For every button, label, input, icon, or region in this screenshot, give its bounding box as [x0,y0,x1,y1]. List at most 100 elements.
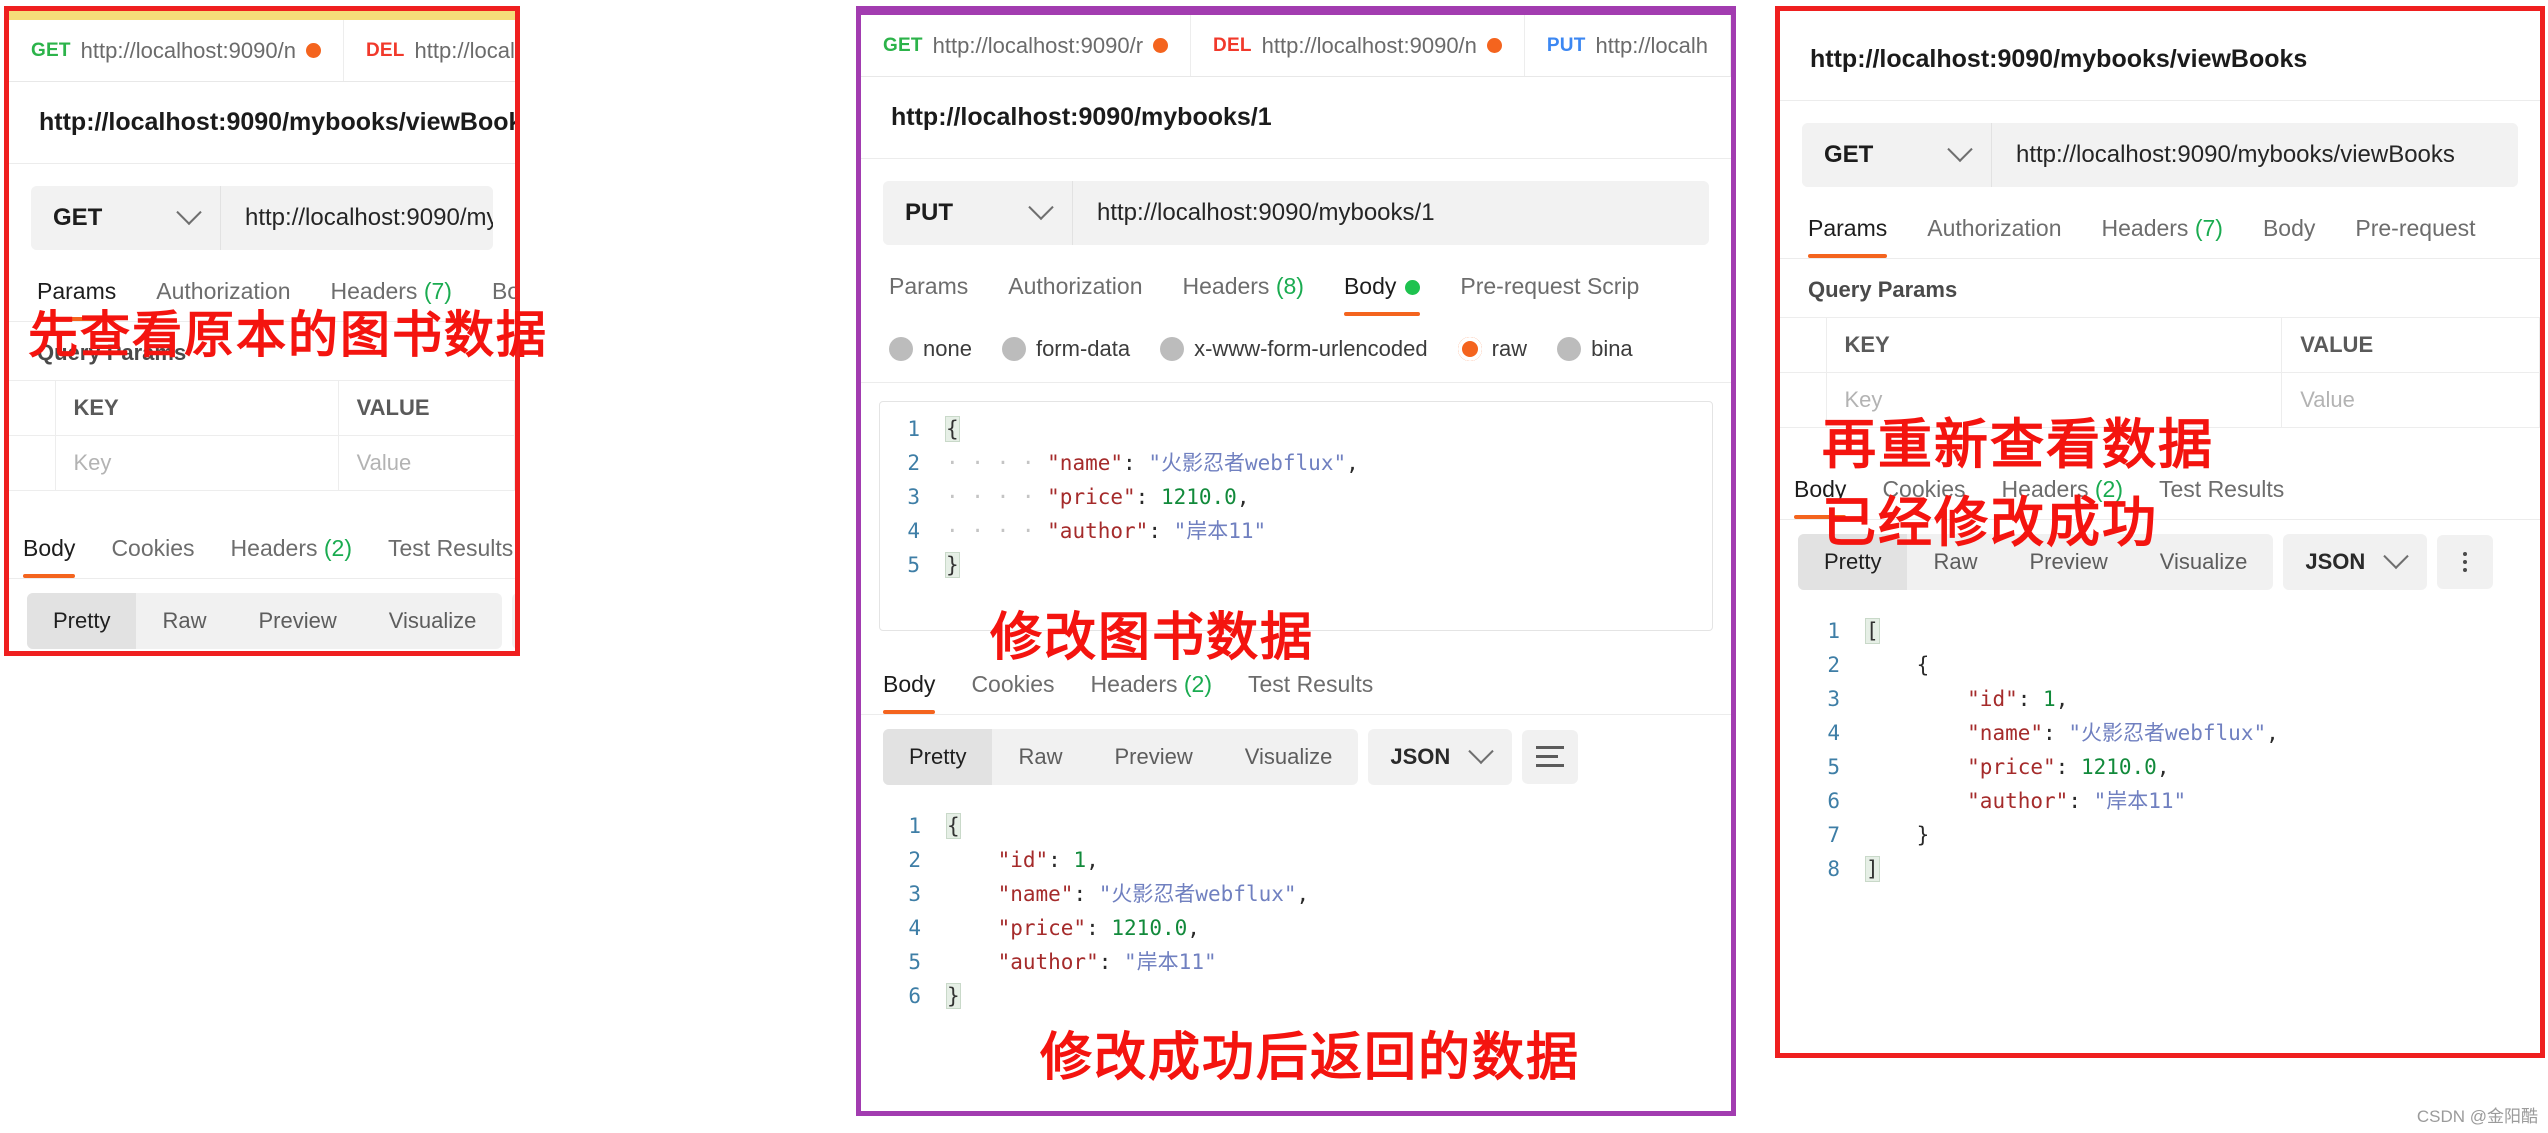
resp-tab-headers[interactable]: Headers (2) [231,531,352,578]
code-line: 2 · · · · "name": "火影忍者webflux", [880,446,1712,480]
url-input[interactable]: http://localhost:9090/mybooks/viewBooks [221,186,493,250]
code-text: "author": "岸本11" [947,945,1731,979]
row-gutter [1780,372,1827,428]
line-number: 2 [907,451,920,475]
resp-tab-headers-label: Headers [230,535,318,561]
code-token: : [1073,882,1099,906]
view-pretty[interactable]: Pretty [27,593,137,649]
format-value: JSON [1390,744,1451,769]
format-select[interactable]: JSON [512,593,515,649]
line-number: 3 [908,882,921,906]
request-tab[interactable]: GET http://localhost:9090/n [9,20,344,81]
chevron-down-icon [176,199,202,226]
view-raw[interactable]: Raw [992,729,1088,785]
value-input[interactable]: Value [338,435,515,491]
view-preview[interactable]: Preview [232,593,362,649]
line-number: 2 [1827,653,1840,677]
body-type-raw[interactable]: raw [1457,336,1527,362]
format-select[interactable]: JSON [1368,729,1513,785]
request-tab[interactable]: GET http://localhost:9090/r [861,15,1192,76]
method-value: PUT [905,199,953,226]
resp-tab-cookies[interactable]: Cookies [111,531,194,578]
left-request-tabstrip[interactable]: GET http://localhost:9090/n DEL http://l… [9,20,515,82]
method-select[interactable]: GET [31,186,221,250]
view-pretty[interactable]: Pretty [883,729,993,785]
resp-tab-body[interactable]: Body [23,531,76,578]
code-line: 6 "author": "岸本11" [1800,784,2540,818]
code-line: 7 } [1800,818,2540,852]
view-visualize[interactable]: Visualize [363,593,503,649]
code-token: · · · · [946,485,1048,509]
tab-headers[interactable]: Headers (7) [2102,211,2223,258]
annotation-right-line1: 再重新查看数据 [1822,413,2214,476]
body-type-none[interactable]: none [889,336,972,362]
annotation-right-line2: 已经修改成功 [1822,491,2158,554]
resp-tab-test-results[interactable]: Test Results [388,531,513,578]
middle-request-tabstrip[interactable]: GET http://localhost:9090/r DEL http://l… [861,15,1731,77]
request-tab[interactable]: PUT http://localh [1524,15,1731,76]
method-select[interactable]: PUT [883,181,1073,245]
line-number: 7 [1827,823,1840,847]
tab-body[interactable]: Body [1343,269,1421,316]
body-type-label: none [923,336,972,361]
resp-tab-headers-label: Headers [1090,671,1178,697]
view-preview[interactable]: Preview [1088,729,1218,785]
resp-tab-body[interactable]: Body [883,667,936,714]
code-text: { [945,412,1712,446]
body-type-radio-group[interactable]: none form-data x-www-form-urlencoded raw… [861,316,1731,383]
tab-body[interactable]: Body [2263,211,2315,258]
more-actions-button[interactable] [2437,535,2494,589]
right-request-section-tabs[interactable]: Params Authorization Headers (7) Body Pr… [1780,197,2540,259]
query-params-table: KEY VALUE Key Value [9,380,515,491]
value-input[interactable]: Value [2281,372,2540,428]
key-input[interactable]: Key [55,435,339,491]
body-type-label: bina [1591,336,1633,361]
tab-method-label: GET [883,34,923,56]
tab-authorization[interactable]: Authorization [1927,211,2061,258]
table-row[interactable]: Key Value [9,435,515,491]
tab-authorization[interactable]: Authorization [1008,269,1142,316]
view-raw[interactable]: Raw [136,593,232,649]
resp-tab-cookies[interactable]: Cookies [971,667,1054,714]
view-mode-segment[interactable]: Pretty Raw Preview Visualize [883,729,1359,785]
format-select[interactable]: JSON [2283,534,2428,590]
middle-request-section-tabs[interactable]: Params Authorization Headers (8) Body Pr… [861,255,1731,316]
code-token: "岸本11" [2093,789,2187,813]
resp-tab-test-results[interactable]: Test Results [2159,472,2284,519]
left-response-tabs[interactable]: Body Cookies Headers (2) Test Results [9,517,515,579]
code-text: "id": 1, [1866,682,2540,716]
resp-tab-headers[interactable]: Headers (2) [1091,667,1212,714]
tab-params[interactable]: Params [889,269,968,316]
body-type-urlencoded[interactable]: x-www-form-urlencoded [1160,336,1428,362]
code-token: "name" [1967,721,2044,745]
code-token: 1 [1073,848,1087,872]
code-text: "price": 1210.0, [1866,750,2540,784]
code-token: { [946,813,961,839]
code-token: : [1086,916,1112,940]
wrap-lines-button[interactable] [1522,730,1579,784]
body-type-binary[interactable]: bina [1557,336,1633,362]
code-token: "name" [997,882,1074,906]
tab-pre-request-script[interactable]: Pre-request Scrip [1460,269,1639,316]
view-mode-segment[interactable]: Pretty Raw Preview Visualize [27,593,503,649]
tab-headers[interactable]: Headers (8) [1183,269,1304,316]
body-type-form-data[interactable]: form-data [1001,336,1130,362]
url-input[interactable]: http://localhost:9090/mybooks/1 [1073,181,1709,245]
code-text: "name": "火影忍者webflux", [1866,716,2540,750]
tab-params[interactable]: Params [1808,211,1888,258]
code-text: { [946,809,1731,843]
view-visualize[interactable]: Visualize [1219,729,1359,785]
code-token: "火影忍者webflux" [2068,721,2267,745]
code-token: , [2156,755,2170,779]
method-select[interactable]: GET [1802,123,1992,187]
tab-pre-request-script[interactable]: Pre-request [2355,211,2475,258]
tab-headers-label: Headers [1182,273,1270,299]
resp-tab-test-results[interactable]: Test Results [1248,667,1373,714]
request-tab[interactable]: DEL http://localhost:9090/n [343,20,515,81]
url-input[interactable]: http://localhost:9090/mybooks/viewBooks [1992,123,2518,187]
request-tab[interactable]: DEL http://localhost:9090/n [1191,15,1525,76]
query-params-label: Query Params [1808,277,1958,302]
code-line: 4 "name": "火影忍者webflux", [1800,716,2540,750]
